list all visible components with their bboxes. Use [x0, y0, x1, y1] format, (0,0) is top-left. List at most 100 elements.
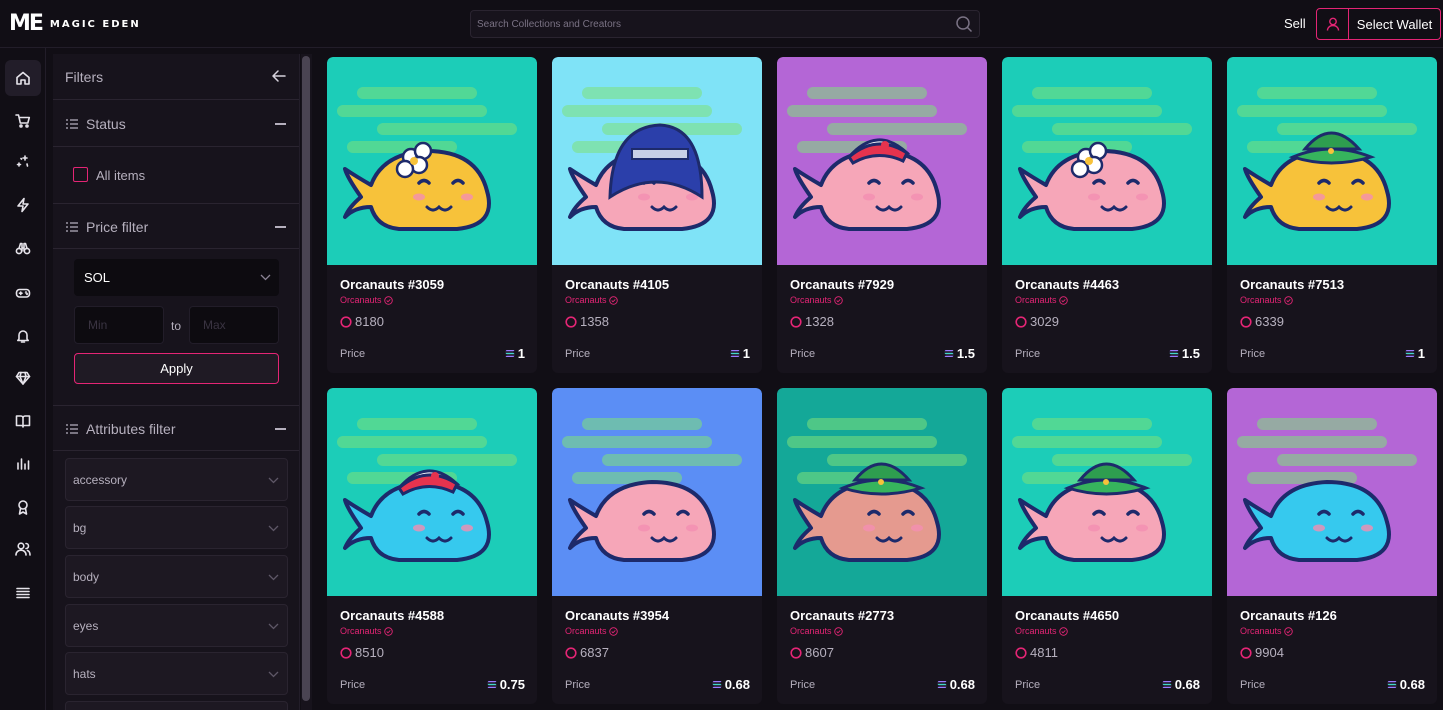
collection-link[interactable]: Orcanauts [1240, 295, 1293, 305]
nav-rail [0, 48, 46, 710]
nft-image[interactable] [327, 388, 537, 596]
collection-name: Orcanauts [1015, 295, 1057, 305]
price-amount: 0.68 [1174, 677, 1200, 692]
price-section-header[interactable]: Price filter [53, 203, 299, 249]
magic-eden-logo[interactable]: ME MAGIC EDEN [9, 13, 141, 35]
scrollbar-thumb[interactable] [302, 56, 310, 701]
attribute-body[interactable]: body [65, 555, 288, 598]
nft-card[interactable]: Orcanauts #3954 Orcanauts 6837 Price 0.68 [552, 388, 762, 704]
nft-name[interactable]: Orcanauts #4588 [340, 608, 444, 623]
collapse-icon[interactable] [275, 428, 286, 430]
collection-link[interactable]: Orcanauts [1240, 626, 1293, 636]
collection-link[interactable]: Orcanauts [1015, 295, 1068, 305]
attributes-section-header[interactable]: Attributes filter [53, 405, 299, 451]
collection-link[interactable]: Orcanauts [790, 626, 843, 636]
price-amount: 0.68 [949, 677, 975, 692]
sparkle-icon[interactable] [5, 144, 41, 180]
arrow-left-icon[interactable] [271, 68, 287, 84]
nft-card[interactable]: Orcanauts #4588 Orcanauts 8510 Price 0.75 [327, 388, 537, 704]
min-price-input[interactable] [74, 306, 164, 344]
collection-link[interactable]: Orcanauts [565, 626, 618, 636]
home-icon[interactable] [5, 60, 41, 96]
nft-name[interactable]: Orcanauts #3954 [565, 608, 669, 623]
nft-card[interactable]: Orcanauts #4463 Orcanauts 3029 Price 1.5 [1002, 57, 1212, 373]
attribute-bg[interactable]: bg [65, 506, 288, 549]
nft-image[interactable] [552, 388, 762, 596]
attribute-eyes[interactable]: eyes [65, 604, 288, 647]
rank-icon [1015, 315, 1027, 328]
all-items-label[interactable]: All items [96, 168, 145, 183]
price-amount: 0.75 [499, 677, 525, 692]
attribute-label: accessory [73, 473, 128, 487]
verified-icon [383, 626, 393, 636]
bell-icon[interactable] [5, 318, 41, 354]
apply-button[interactable]: Apply [74, 353, 279, 384]
diamond-icon[interactable] [5, 360, 41, 396]
attribute-hats[interactable]: hats [65, 652, 288, 695]
nft-name[interactable]: Orcanauts #4650 [1015, 608, 1119, 623]
collection-link[interactable]: Orcanauts [790, 295, 843, 305]
nft-image[interactable] [1227, 57, 1437, 265]
collection-link[interactable]: Orcanauts [340, 295, 393, 305]
search-icon[interactable] [955, 15, 973, 33]
verified-icon [608, 626, 618, 636]
logo-mark: ME [9, 11, 44, 36]
price-amount: 0.68 [1399, 677, 1425, 692]
users-icon[interactable] [5, 531, 41, 567]
select-wallet-button[interactable]: Select Wallet [1316, 8, 1441, 40]
price-value: 0.68 [1387, 677, 1425, 692]
collection-name: Orcanauts [340, 626, 382, 636]
nft-card[interactable]: Orcanauts #3059 Orcanauts 8180 Price 1 [327, 57, 537, 373]
nft-name[interactable]: Orcanauts #2773 [790, 608, 894, 623]
nft-name[interactable]: Orcanauts #3059 [340, 277, 444, 292]
currency-select[interactable]: SOL [74, 259, 279, 296]
nft-card[interactable]: Orcanauts #7929 Orcanauts 1328 Price 1.5 [777, 57, 987, 373]
nft-image[interactable] [327, 57, 537, 265]
nft-image[interactable] [1002, 388, 1212, 596]
collapse-icon[interactable] [275, 123, 286, 125]
status-section-header[interactable]: Status [53, 101, 299, 147]
sell-link[interactable]: Sell [1284, 16, 1306, 31]
verified-icon [1283, 295, 1293, 305]
verified-icon [608, 295, 618, 305]
chevron-down-icon [268, 671, 279, 678]
award-icon[interactable] [5, 489, 41, 525]
nft-image[interactable] [777, 388, 987, 596]
nft-card[interactable]: Orcanauts #2773 Orcanauts 8607 Price 0.68 [777, 388, 987, 704]
nft-name[interactable]: Orcanauts #7513 [1240, 277, 1344, 292]
collection-name: Orcanauts [340, 295, 382, 305]
menu-icon[interactable] [5, 574, 41, 610]
nft-name[interactable]: Orcanauts #126 [1240, 608, 1337, 623]
verified-icon [1058, 626, 1068, 636]
gamepad-icon[interactable] [5, 275, 41, 311]
collapse-icon[interactable] [275, 226, 286, 228]
collection-link[interactable]: Orcanauts [340, 626, 393, 636]
collection-link[interactable]: Orcanauts [565, 295, 618, 305]
nft-card[interactable]: Orcanauts #4105 Orcanauts 1358 Price 1 [552, 57, 762, 373]
book-icon[interactable] [5, 403, 41, 439]
nft-image[interactable] [552, 57, 762, 265]
all-items-checkbox[interactable] [73, 167, 88, 182]
cart-icon[interactable] [5, 103, 41, 139]
nft-image[interactable] [1002, 57, 1212, 265]
binoculars-icon[interactable] [5, 230, 41, 266]
nft-name[interactable]: Orcanauts #4463 [1015, 277, 1119, 292]
attribute-accessory[interactable]: accessory [65, 458, 288, 501]
nft-image[interactable] [1227, 388, 1437, 596]
attribute-more[interactable] [65, 701, 288, 710]
nft-card[interactable]: Orcanauts #7513 Orcanauts 6339 Price 1 [1227, 57, 1437, 373]
nft-name[interactable]: Orcanauts #7929 [790, 277, 894, 292]
verified-icon [833, 295, 843, 305]
collection-name: Orcanauts [565, 626, 607, 636]
stats-icon[interactable] [5, 445, 41, 481]
rank-icon [1015, 646, 1027, 659]
nft-card[interactable]: Orcanauts #4650 Orcanauts 4811 Price 0.68 [1002, 388, 1212, 704]
max-price-input[interactable] [189, 306, 279, 344]
nft-name[interactable]: Orcanauts #4105 [565, 277, 669, 292]
filters-scrollbar[interactable] [301, 54, 312, 710]
search-input[interactable] [477, 15, 947, 33]
collection-link[interactable]: Orcanauts [1015, 626, 1068, 636]
nft-card[interactable]: Orcanauts #126 Orcanauts 9904 Price 0.68 [1227, 388, 1437, 704]
nft-image[interactable] [777, 57, 987, 265]
lightning-icon[interactable] [5, 187, 41, 223]
